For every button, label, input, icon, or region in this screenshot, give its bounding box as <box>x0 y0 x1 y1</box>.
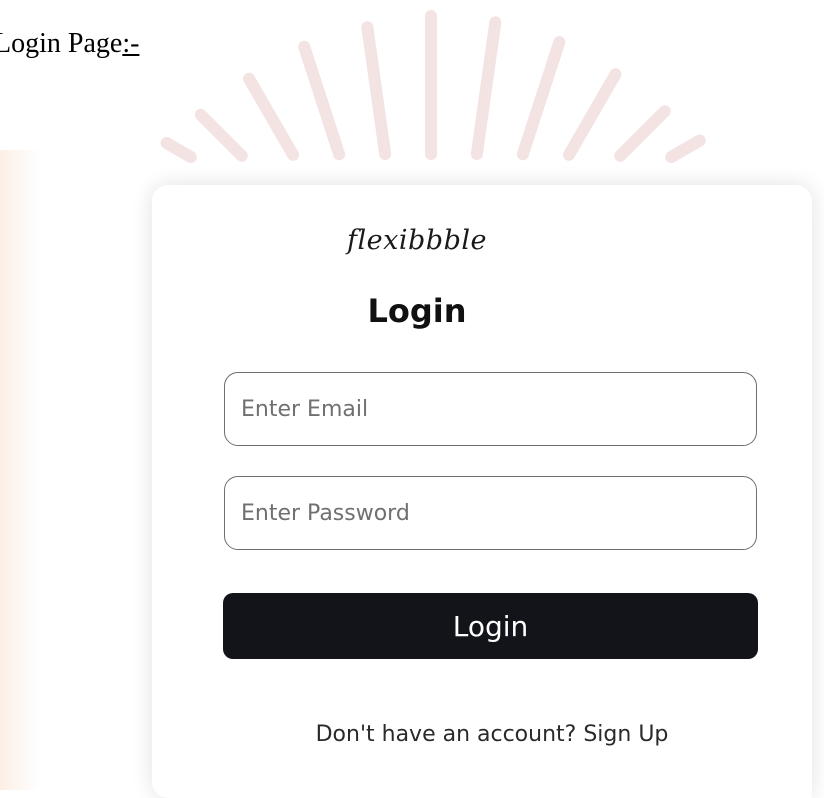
background-decoration <box>130 0 790 200</box>
background-ray <box>240 70 302 163</box>
background-haze <box>0 150 40 790</box>
background-ray <box>515 34 567 162</box>
signup-prompt: Don't have an account? Sign Up <box>152 722 824 747</box>
caption-suffix: :- <box>122 28 140 59</box>
password-field[interactable] <box>224 476 757 550</box>
background-ray <box>296 39 347 162</box>
background-ray <box>470 15 503 161</box>
page-title: Login <box>367 292 467 330</box>
signup-prompt-text: Don't have an account? <box>315 722 577 747</box>
background-ray <box>560 66 624 163</box>
login-card: flexibbble Login Login Don't have an acc… <box>152 185 812 798</box>
background-ray <box>663 132 708 166</box>
background-ray <box>360 20 392 161</box>
caption-text: Login Page <box>0 28 123 59</box>
background-ray <box>192 106 251 165</box>
background-ray <box>425 10 437 160</box>
brand-logo: flexibbble <box>347 225 487 256</box>
document-caption: Login Page:- <box>0 28 139 60</box>
signup-link[interactable]: Sign Up <box>583 722 668 747</box>
login-button[interactable]: Login <box>223 593 758 659</box>
background-ray <box>158 134 199 166</box>
email-field[interactable] <box>224 372 757 446</box>
